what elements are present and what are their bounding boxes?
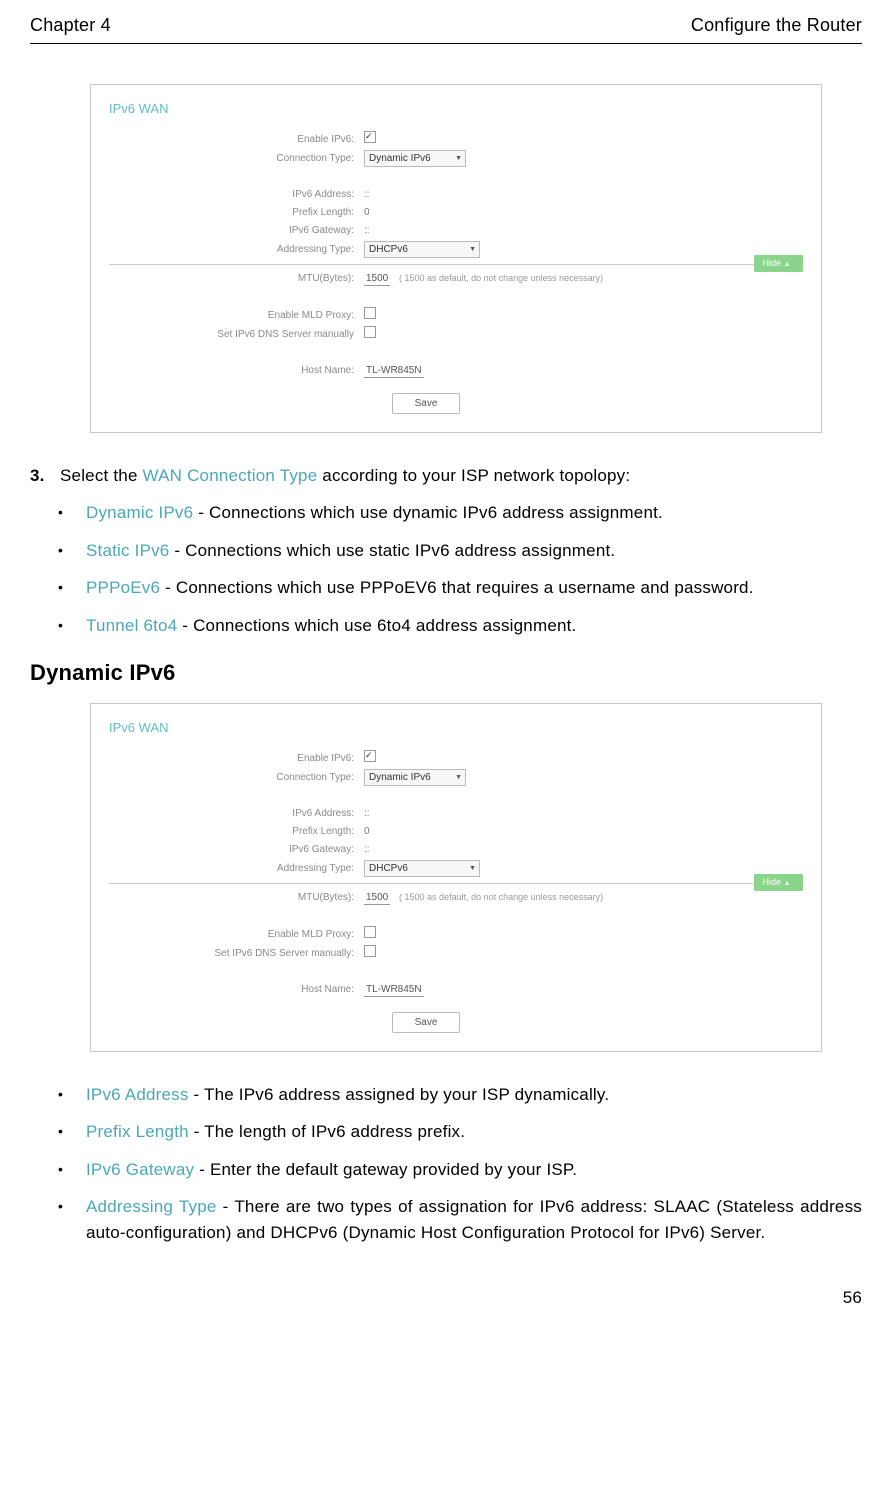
list-item: •Tunnel 6to4 - Connections which use 6to… — [58, 613, 862, 639]
input-mtu[interactable]: 1500 — [364, 891, 390, 905]
step-number: 3. — [30, 463, 60, 489]
label-prefix-length: Prefix Length: — [109, 205, 364, 220]
panel-title: IPv6 WAN — [91, 704, 821, 748]
type-desc: - Connections which use PPPoEV6 that req… — [160, 578, 753, 597]
label-host-name: Host Name: — [109, 363, 364, 378]
list-item: •Addressing Type - There are two types o… — [58, 1194, 862, 1245]
section-heading-dynamic-ipv6: Dynamic IPv6 — [30, 656, 862, 689]
type-name: Dynamic IPv6 — [86, 503, 193, 522]
value-ipv6-address: :: — [364, 806, 370, 821]
field-desc: - The length of IPv6 address prefix. — [189, 1122, 465, 1141]
panel-divider: Hide — [109, 883, 803, 884]
chapter-label: Chapter 4 — [30, 12, 111, 39]
label-dns-manual: Set IPv6 DNS Server manually: — [109, 946, 364, 961]
panel-title: IPv6 WAN — [91, 85, 821, 129]
type-name: Static IPv6 — [86, 541, 169, 560]
value-prefix-length: 0 — [364, 824, 370, 839]
list-item: •IPv6 Gateway - Enter the default gatewa… — [58, 1157, 862, 1183]
step-3: 3. Select the WAN Connection Type accord… — [30, 463, 862, 489]
checkbox-enable-mld[interactable] — [364, 926, 376, 938]
label-connection-type: Connection Type: — [109, 151, 364, 166]
label-connection-type: Connection Type: — [109, 770, 364, 785]
bullet-icon: • — [58, 613, 86, 639]
header-divider — [30, 43, 862, 44]
page-number: 56 — [30, 1285, 862, 1311]
checkbox-enable-ipv6[interactable] — [364, 131, 376, 143]
label-addressing-type: Addressing Type: — [109, 861, 364, 876]
list-item: •PPPoEv6 - Connections which use PPPoEV6… — [58, 575, 862, 601]
select-connection-type[interactable]: Dynamic IPv6 — [364, 769, 466, 786]
panel-divider: Hide — [109, 264, 803, 265]
save-button[interactable]: Save — [392, 393, 461, 414]
input-host-name[interactable]: TL-WR845N — [364, 364, 424, 378]
bullet-icon: • — [58, 575, 86, 601]
input-mtu[interactable]: 1500 — [364, 272, 390, 286]
label-ipv6-address: IPv6 Address: — [109, 806, 364, 821]
bullet-icon: • — [58, 538, 86, 564]
value-ipv6-gateway: :: — [364, 842, 370, 857]
hide-button[interactable]: Hide — [754, 255, 803, 273]
step-text-prefix: Select the — [60, 466, 143, 485]
checkbox-enable-mld[interactable] — [364, 307, 376, 319]
list-item: •Static IPv6 - Connections which use sta… — [58, 538, 862, 564]
label-dns-manual: Set IPv6 DNS Server manually — [109, 327, 364, 342]
label-mtu: MTU(Bytes): — [109, 890, 364, 905]
mtu-note: ( 1500 as default, do not change unless … — [399, 892, 603, 902]
label-addressing-type: Addressing Type: — [109, 242, 364, 257]
label-ipv6-gateway: IPv6 Gateway: — [109, 223, 364, 238]
ipv6-wan-panel-1: IPv6 WAN Enable IPv6: Connection Type: D… — [90, 84, 822, 433]
connection-type-list: •Dynamic IPv6 - Connections which use dy… — [30, 500, 862, 638]
ipv6-wan-panel-2: IPv6 WAN Enable IPv6: Connection Type: D… — [90, 703, 822, 1052]
bullet-icon: • — [58, 1082, 86, 1108]
bullet-icon: • — [58, 500, 86, 526]
type-desc: - Connections which use dynamic IPv6 add… — [193, 503, 663, 522]
field-name: IPv6 Address — [86, 1085, 189, 1104]
field-description-list: •IPv6 Address - The IPv6 address assigne… — [30, 1082, 862, 1246]
label-ipv6-gateway: IPv6 Gateway: — [109, 842, 364, 857]
type-desc: - Connections which use 6to4 address ass… — [177, 616, 576, 635]
label-enable-ipv6: Enable IPv6: — [109, 751, 364, 766]
mtu-note: ( 1500 as default, do not change unless … — [399, 273, 603, 283]
select-addressing-type[interactable]: DHCPv6 — [364, 860, 480, 877]
label-mtu: MTU(Bytes): — [109, 271, 364, 286]
save-button[interactable]: Save — [392, 1012, 461, 1033]
list-item: •Prefix Length - The length of IPv6 addr… — [58, 1119, 862, 1145]
value-ipv6-address: :: — [364, 187, 370, 202]
label-enable-mld: Enable MLD Proxy: — [109, 308, 364, 323]
select-addressing-type[interactable]: DHCPv6 — [364, 241, 480, 258]
value-prefix-length: 0 — [364, 205, 370, 220]
field-desc: - The IPv6 address assigned by your ISP … — [189, 1085, 610, 1104]
label-enable-ipv6: Enable IPv6: — [109, 132, 364, 147]
type-name: PPPoEv6 — [86, 578, 160, 597]
checkbox-dns-manual[interactable] — [364, 945, 376, 957]
type-desc: - Connections which use static IPv6 addr… — [169, 541, 615, 560]
list-item: •IPv6 Address - The IPv6 address assigne… — [58, 1082, 862, 1108]
bullet-icon: • — [58, 1194, 86, 1245]
step-text-highlight: WAN Connection Type — [143, 466, 318, 485]
label-ipv6-address: IPv6 Address: — [109, 187, 364, 202]
page-title: Configure the Router — [691, 12, 862, 39]
input-host-name[interactable]: TL-WR845N — [364, 983, 424, 997]
field-name: Addressing Type — [86, 1197, 217, 1216]
list-item: •Dynamic IPv6 - Connections which use dy… — [58, 500, 862, 526]
hide-button[interactable]: Hide — [754, 874, 803, 892]
label-enable-mld: Enable MLD Proxy: — [109, 927, 364, 942]
bullet-icon: • — [58, 1119, 86, 1145]
field-desc: - Enter the default gateway provided by … — [194, 1160, 577, 1179]
select-connection-type[interactable]: Dynamic IPv6 — [364, 150, 466, 167]
checkbox-enable-ipv6[interactable] — [364, 750, 376, 762]
field-name: Prefix Length — [86, 1122, 189, 1141]
bullet-icon: • — [58, 1157, 86, 1183]
checkbox-dns-manual[interactable] — [364, 326, 376, 338]
value-ipv6-gateway: :: — [364, 223, 370, 238]
step-text-suffix: according to your ISP network topolopy: — [317, 466, 630, 485]
field-name: IPv6 Gateway — [86, 1160, 194, 1179]
label-prefix-length: Prefix Length: — [109, 824, 364, 839]
type-name: Tunnel 6to4 — [86, 616, 177, 635]
label-host-name: Host Name: — [109, 982, 364, 997]
